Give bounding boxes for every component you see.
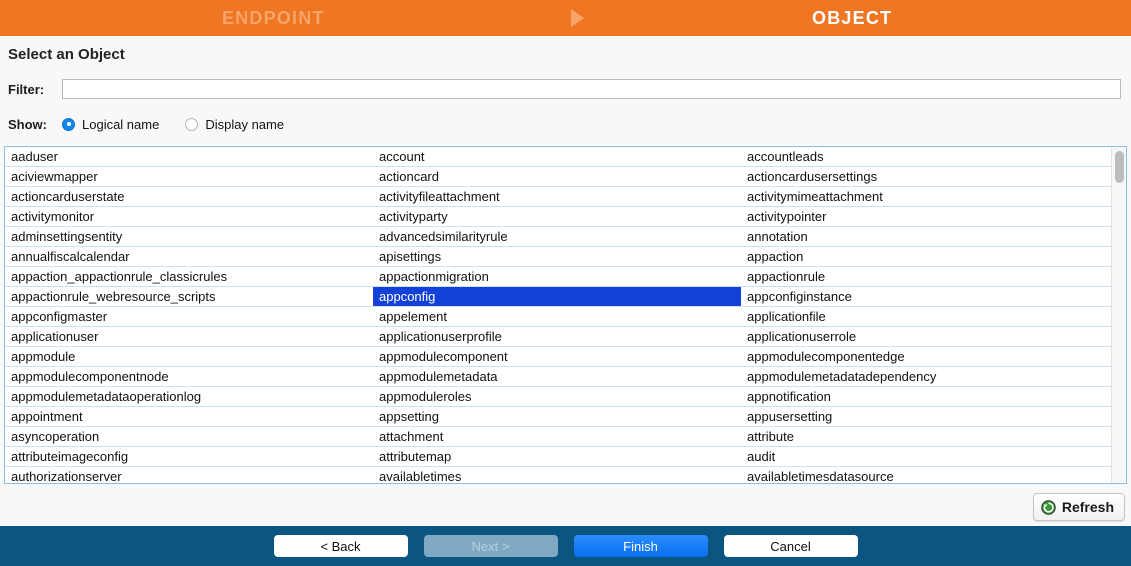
object-list-item[interactable]: actioncarduserstate (5, 187, 373, 206)
radio-label-logical-name: Logical name (82, 117, 159, 132)
next-button: Next > (424, 535, 558, 557)
radio-unselected-icon (185, 118, 198, 131)
object-list-item[interactable]: advancedsimilarityrule (373, 227, 741, 246)
object-list-item[interactable]: appactionrule_webresource_scripts (5, 287, 373, 306)
triangle-right-icon (571, 9, 584, 27)
object-list-row[interactable]: applicationuserapplicationuserprofileapp… (5, 327, 1111, 347)
object-list-item[interactable]: appointment (5, 407, 373, 426)
object-list-item[interactable]: applicationuserprofile (373, 327, 741, 346)
filter-input[interactable] (62, 79, 1121, 99)
object-list-item[interactable]: appaction_appactionrule_classicrules (5, 267, 373, 286)
object-list-item[interactable]: appelement (373, 307, 741, 326)
radio-label-display-name: Display name (205, 117, 284, 132)
object-list-item[interactable]: activityfileattachment (373, 187, 741, 206)
filter-row: Filter: (8, 78, 1121, 100)
object-list-item[interactable]: apisettings (373, 247, 741, 266)
object-list-item[interactable]: appmodulemetadatadependency (741, 367, 1111, 386)
object-list-item[interactable]: actioncard (373, 167, 741, 186)
object-list-item[interactable]: applicationuserrole (741, 327, 1111, 346)
object-list-row[interactable]: appmodulecomponentnodeappmodulemetadataa… (5, 367, 1111, 387)
object-list-item[interactable]: activitypointer (741, 207, 1111, 226)
object-list-item[interactable]: appmoduleroles (373, 387, 741, 406)
object-list-row[interactable]: asyncoperationattachmentattribute (5, 427, 1111, 447)
object-list-item[interactable]: appactionrule (741, 267, 1111, 286)
object-list-row[interactable]: aciviewmapperactioncardactioncarduserset… (5, 167, 1111, 187)
object-list-item[interactable]: annotation (741, 227, 1111, 246)
vertical-scrollbar[interactable] (1111, 147, 1126, 483)
object-list-item[interactable]: attachment (373, 427, 741, 446)
object-list-item[interactable]: appconfiginstance (741, 287, 1111, 306)
page-title: Select an Object (8, 46, 125, 63)
object-list-item[interactable]: adminsettingsentity (5, 227, 373, 246)
cancel-button[interactable]: Cancel (724, 535, 858, 557)
wizard-breadcrumb-bar: ENDPOINT OBJECT (0, 0, 1131, 36)
wizard-footer: < Back Next > Finish Cancel (0, 526, 1131, 566)
object-list-row[interactable]: aaduseraccountaccountleads (5, 147, 1111, 167)
object-list-row[interactable]: adminsettingsentityadvancedsimilarityrul… (5, 227, 1111, 247)
object-list-row[interactable]: attributeimageconfigattributemapaudit (5, 447, 1111, 467)
radio-option-display-name[interactable]: Display name (185, 117, 284, 132)
object-list-row[interactable]: appmodulemetadataoperationlogappmodulero… (5, 387, 1111, 407)
object-list-item[interactable]: appaction (741, 247, 1111, 266)
finish-button[interactable]: Finish (574, 535, 708, 557)
object-list-item[interactable]: applicationfile (741, 307, 1111, 326)
object-list-item[interactable]: activitymonitor (5, 207, 373, 226)
object-list-item[interactable]: appmodulecomponent (373, 347, 741, 366)
object-list-item[interactable]: accountleads (741, 147, 1111, 166)
object-list-item[interactable]: attributeimageconfig (5, 447, 373, 466)
object-list-item[interactable]: attributemap (373, 447, 741, 466)
object-list-grid[interactable]: aaduseraccountaccountleadsaciviewmappera… (5, 147, 1111, 483)
object-list-item[interactable]: appmodulecomponentnode (5, 367, 373, 386)
object-list-row[interactable]: appactionrule_webresource_scriptsappconf… (5, 287, 1111, 307)
scrollbar-thumb[interactable] (1115, 151, 1124, 183)
select-object-panel: Select an Object Filter: Show: Logical n… (0, 36, 1131, 526)
object-list-item[interactable]: applicationuser (5, 327, 373, 346)
object-list[interactable]: aaduseraccountaccountleadsaciviewmappera… (4, 146, 1127, 484)
filter-label: Filter: (8, 82, 62, 97)
object-list-item[interactable]: annualfiscalcalendar (5, 247, 373, 266)
object-list-item[interactable]: actioncardusersettings (741, 167, 1111, 186)
object-list-item[interactable]: appmodule (5, 347, 373, 366)
breadcrumb-step-endpoint[interactable]: ENDPOINT (222, 8, 325, 29)
object-list-item[interactable]: account (373, 147, 741, 166)
object-list-item[interactable]: appmodulemetadata (373, 367, 741, 386)
object-list-item[interactable]: authorizationserver (5, 467, 373, 483)
refresh-button[interactable]: Refresh (1033, 493, 1125, 521)
object-list-item[interactable]: availabletimesdatasource (741, 467, 1111, 483)
object-list-item[interactable]: appusersetting (741, 407, 1111, 426)
object-list-item[interactable]: aciviewmapper (5, 167, 373, 186)
object-list-item[interactable]: availabletimes (373, 467, 741, 483)
object-list-item[interactable]: activityparty (373, 207, 741, 226)
object-list-item[interactable]: appconfigmaster (5, 307, 373, 326)
radio-selected-icon (62, 118, 75, 131)
object-list-item[interactable]: aaduser (5, 147, 373, 166)
back-button[interactable]: < Back (274, 535, 408, 557)
radio-option-logical-name[interactable]: Logical name (62, 117, 159, 132)
object-list-row[interactable]: annualfiscalcalendarapisettingsappaction (5, 247, 1111, 267)
object-list-item[interactable]: activitymimeattachment (741, 187, 1111, 206)
refresh-icon (1041, 500, 1056, 515)
object-list-item[interactable]: appactionmigration (373, 267, 741, 286)
object-list-row[interactable]: appointmentappsettingappusersetting (5, 407, 1111, 427)
object-list-row[interactable]: activitymonitoractivitypartyactivitypoin… (5, 207, 1111, 227)
refresh-button-label: Refresh (1062, 499, 1114, 515)
object-list-item[interactable]: appsetting (373, 407, 741, 426)
object-list-row[interactable]: authorizationserveravailabletimesavailab… (5, 467, 1111, 483)
object-list-item[interactable]: attribute (741, 427, 1111, 446)
show-label: Show: (8, 117, 62, 132)
object-list-row[interactable]: actioncarduserstateactivityfileattachmen… (5, 187, 1111, 207)
object-list-item[interactable]: appnotification (741, 387, 1111, 406)
object-list-item-selected[interactable]: appconfig (373, 287, 741, 306)
breadcrumb-step-object: OBJECT (812, 8, 892, 29)
object-list-item[interactable]: appmodulemetadataoperationlog (5, 387, 373, 406)
object-list-row[interactable]: appconfigmasterappelementapplicationfile (5, 307, 1111, 327)
object-list-row[interactable]: appaction_appactionrule_classicrulesappa… (5, 267, 1111, 287)
object-list-item[interactable]: appmodulecomponentedge (741, 347, 1111, 366)
object-list-item[interactable]: asyncoperation (5, 427, 373, 446)
object-list-item[interactable]: audit (741, 447, 1111, 466)
show-row: Show: Logical name Display name (8, 114, 310, 134)
object-list-row[interactable]: appmoduleappmodulecomponentappmodulecomp… (5, 347, 1111, 367)
